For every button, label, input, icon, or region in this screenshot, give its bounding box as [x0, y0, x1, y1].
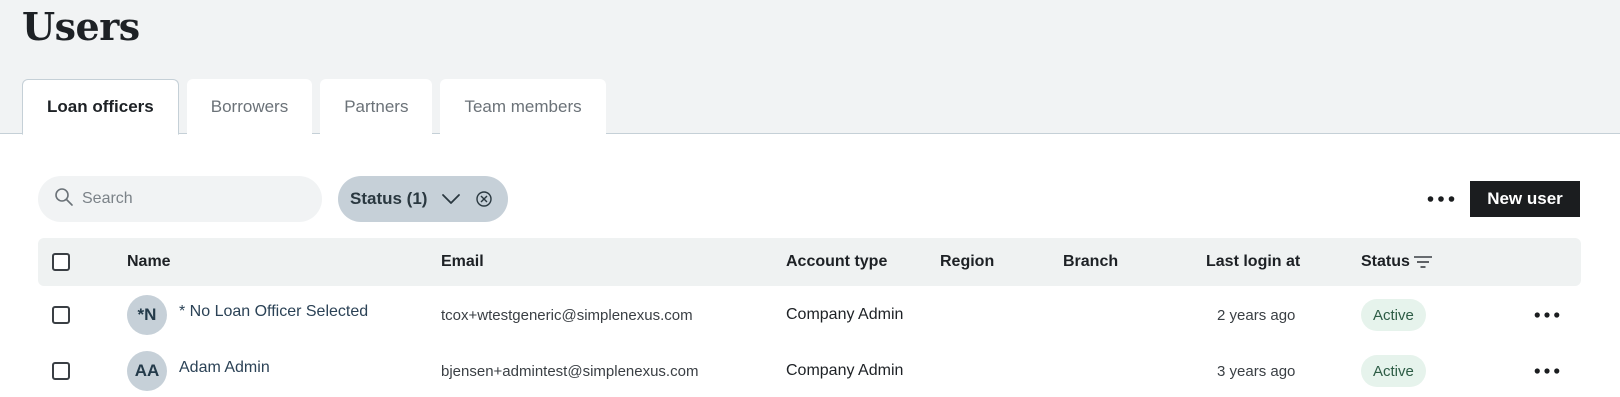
column-header-region[interactable]: Region — [940, 238, 994, 286]
search-icon — [54, 187, 74, 212]
tab-partners[interactable]: Partners — [320, 79, 433, 134]
more-actions-icon[interactable] — [1425, 187, 1457, 211]
column-header-account-type[interactable]: Account type — [786, 238, 887, 286]
search-box — [38, 176, 322, 222]
account-type: Company Admin — [786, 306, 904, 323]
user-email: tcox+wtestgeneric@simplenexus.com — [441, 306, 693, 324]
row-checkbox[interactable] — [52, 306, 70, 324]
page-title: Users — [22, 4, 140, 49]
row-more-actions-icon[interactable] — [1531, 359, 1563, 383]
column-header-email[interactable]: Email — [441, 238, 484, 286]
row-more-actions-icon[interactable] — [1531, 303, 1563, 327]
select-all-checkbox[interactable] — [52, 253, 70, 271]
tab-loan-officers[interactable]: Loan officers — [22, 79, 179, 135]
account-type: Company Admin — [786, 362, 904, 379]
status-filter-chip[interactable]: Status (1) — [338, 176, 508, 222]
last-login: 3 years ago — [1217, 362, 1296, 380]
page-header: Users Loan officers Borrowers Partners T… — [0, 0, 1620, 135]
status-badge: Active — [1361, 299, 1426, 331]
user-type-tabs: Loan officers Borrowers Partners Team me… — [22, 79, 606, 135]
user-name-link[interactable]: Adam Admin — [179, 340, 270, 396]
table-header: Name Email Account type Region Branch La… — [38, 238, 1581, 286]
new-user-button[interactable]: New user — [1470, 181, 1580, 217]
search-input[interactable] — [82, 190, 302, 208]
tab-borrowers[interactable]: Borrowers — [186, 79, 313, 134]
row-checkbox[interactable] — [52, 362, 70, 380]
column-header-status[interactable]: Status — [1361, 238, 1410, 286]
table-row[interactable]: *N * No Loan Officer Selected tcox+wtest… — [38, 287, 1581, 343]
user-name-link[interactable]: * No Loan Officer Selected — [179, 284, 368, 340]
avatar: AA — [127, 351, 167, 391]
filter-lines-icon[interactable] — [1413, 238, 1433, 286]
column-header-branch[interactable]: Branch — [1063, 238, 1118, 286]
tab-team-members[interactable]: Team members — [440, 79, 606, 134]
avatar: *N — [127, 295, 167, 335]
last-login: 2 years ago — [1217, 306, 1296, 324]
user-email: bjensen+admintest@simplenexus.com — [441, 362, 699, 380]
column-header-name[interactable]: Name — [127, 238, 171, 286]
status-badge: Active — [1361, 355, 1426, 387]
table-row[interactable]: AA Adam Admin bjensen+admintest@simplene… — [38, 343, 1581, 397]
status-filter-label: Status (1) — [350, 189, 428, 208]
column-header-last-login[interactable]: Last login at — [1206, 238, 1300, 286]
clear-filter-icon[interactable] — [475, 190, 493, 208]
chevron-down-icon[interactable] — [441, 192, 461, 206]
